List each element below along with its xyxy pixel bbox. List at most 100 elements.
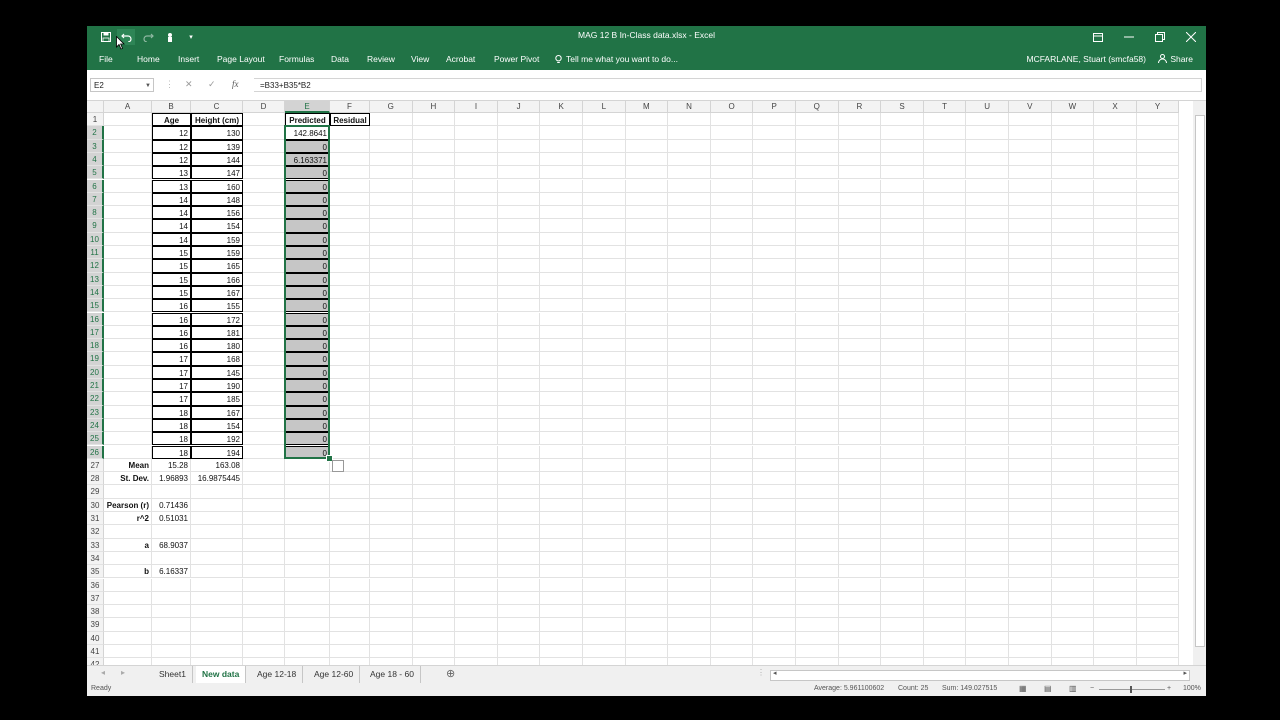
column-header-f[interactable]: F <box>330 101 370 113</box>
row-header[interactable]: 2 <box>87 126 104 140</box>
zoom-in-icon[interactable]: + <box>1167 685 1171 692</box>
row-header[interactable]: 39 <box>87 618 104 632</box>
row-header[interactable]: 24 <box>87 418 104 433</box>
height-cell[interactable]: 166 <box>191 272 243 286</box>
predicted-cell[interactable]: 0 <box>285 219 330 233</box>
age-cell[interactable]: 17 <box>152 392 191 406</box>
age-cell[interactable]: 16 <box>152 339 191 353</box>
share-button[interactable]: Share <box>1153 51 1198 66</box>
column-header-y[interactable]: Y <box>1136 101 1180 113</box>
age-cell[interactable]: 16 <box>152 325 191 340</box>
row-header[interactable]: 16 <box>87 312 104 326</box>
column-header-k[interactable]: K <box>540 101 583 113</box>
split-handle-icon[interactable]: ⋮ <box>757 668 765 677</box>
age-cell[interactable]: 15 <box>152 285 191 300</box>
stat-label[interactable]: b <box>104 565 152 579</box>
height-cell[interactable]: 155 <box>191 299 243 313</box>
age-cell[interactable]: 18 <box>152 445 191 459</box>
height-cell[interactable]: 168 <box>191 352 243 366</box>
sheet-tab-sheet1[interactable]: Sheet1 <box>153 666 193 683</box>
spreadsheet-grid[interactable]: A B C D E F G H I J K L M N O P Q R S T U V W X Y 1 2 3 4 5 6 7 8 9 10 11 12… <box>87 101 1193 665</box>
age-cell[interactable]: 18 <box>152 432 191 446</box>
row-header[interactable]: 21 <box>87 379 104 393</box>
customize-icon[interactable]: ▾ <box>187 29 195 45</box>
ribbon-display-icon[interactable] <box>1083 26 1113 48</box>
quick-analysis-icon[interactable] <box>332 459 344 472</box>
tab-formulas[interactable]: Formulas <box>279 54 314 64</box>
predicted-cell[interactable]: 0 <box>285 259 330 273</box>
height-cell[interactable]: 130 <box>191 126 243 140</box>
zoom-level[interactable]: 100% <box>1183 685 1201 692</box>
tab-review[interactable]: Review <box>367 54 395 64</box>
tab-power-pivot[interactable]: Power Pivot <box>494 54 539 64</box>
stat-value[interactable]: 0.71436 <box>152 498 191 512</box>
column-header-p[interactable]: P <box>753 101 796 113</box>
row-header[interactable]: 28 <box>87 472 104 486</box>
height-cell[interactable]: 156 <box>191 206 243 220</box>
user-name[interactable]: MCFARLANE, Stuart (smcfa58) <box>1026 54 1146 64</box>
cancel-icon[interactable]: ✕ <box>185 79 193 90</box>
vertical-scrollbar[interactable] <box>1193 101 1206 665</box>
height-cell[interactable]: 172 <box>191 312 243 326</box>
save-icon[interactable] <box>99 29 113 45</box>
age-cell[interactable]: 15 <box>152 246 191 260</box>
height-cell[interactable]: 181 <box>191 325 243 340</box>
tab-acrobat[interactable]: Acrobat <box>446 54 475 64</box>
height-cell[interactable]: 190 <box>191 379 243 393</box>
column-header-d[interactable]: D <box>243 101 285 113</box>
predicted-cell[interactable]: 0 <box>285 418 330 433</box>
predicted-cell[interactable]: 0 <box>285 179 330 193</box>
row-header[interactable]: 8 <box>87 206 104 220</box>
predicted-cell[interactable]: 0 <box>285 139 330 153</box>
row-header[interactable]: 5 <box>87 166 104 180</box>
tab-insert[interactable]: Insert <box>178 54 199 64</box>
vertical-scroll-thumb[interactable] <box>1195 115 1205 647</box>
column-header-r[interactable]: R <box>838 101 882 113</box>
stat-label[interactable]: St. Dev. <box>104 472 152 486</box>
height-cell[interactable]: 148 <box>191 192 243 207</box>
predicted-cell[interactable]: 0 <box>285 325 330 340</box>
age-cell[interactable]: 14 <box>152 232 191 246</box>
row-header[interactable]: 7 <box>87 192 104 207</box>
name-box[interactable]: E2 ▼ <box>90 78 154 92</box>
formula-input[interactable]: =B33+B35*B2 <box>254 78 1202 92</box>
column-header-l[interactable]: L <box>583 101 626 113</box>
age-cell[interactable]: 17 <box>152 379 191 393</box>
zoom-out-icon[interactable]: − <box>1090 685 1094 692</box>
tab-view[interactable]: View <box>411 54 429 64</box>
predicted-cell[interactable]: 0 <box>285 405 330 419</box>
age-cell[interactable]: 12 <box>152 126 191 140</box>
height-cell[interactable]: 180 <box>191 339 243 353</box>
height-cell[interactable]: 154 <box>191 219 243 233</box>
row-header[interactable]: 17 <box>87 325 104 340</box>
row-header[interactable]: 22 <box>87 392 104 406</box>
row-header[interactable]: 27 <box>87 458 104 473</box>
stat-value[interactable]: 6.16337 <box>152 565 191 579</box>
row-header[interactable]: 40 <box>87 631 104 645</box>
sheet-tab-age-12-18[interactable]: Age 12-18 <box>251 666 304 683</box>
row-header[interactable]: 32 <box>87 525 104 539</box>
header-age[interactable]: Age <box>152 113 191 127</box>
new-sheet-icon[interactable]: ⊕ <box>446 667 455 680</box>
height-cell[interactable]: 167 <box>191 405 243 419</box>
touch-mode-icon[interactable] <box>163 29 177 45</box>
predicted-cell[interactable]: 6.163371 <box>285 152 330 167</box>
predicted-cell[interactable]: 142.8641 <box>285 126 330 140</box>
row-header[interactable]: 3 <box>87 139 104 153</box>
tab-scroll-right-icon[interactable]: ▸ <box>121 668 125 677</box>
column-header-x[interactable]: X <box>1094 101 1137 113</box>
predicted-cell[interactable]: 0 <box>285 432 330 446</box>
age-cell[interactable]: 16 <box>152 312 191 326</box>
column-header-h[interactable]: H <box>412 101 456 113</box>
row-header[interactable]: 34 <box>87 551 104 566</box>
row-header[interactable]: 13 <box>87 272 104 286</box>
age-cell[interactable]: 15 <box>152 259 191 273</box>
row-header[interactable]: 11 <box>87 246 104 260</box>
height-cell[interactable]: 194 <box>191 445 243 459</box>
scroll-right-icon[interactable]: ▸ <box>1183 669 1187 677</box>
row-header[interactable]: 25 <box>87 432 104 446</box>
column-header-a[interactable]: A <box>104 101 152 113</box>
age-cell[interactable]: 13 <box>152 179 191 193</box>
predicted-cell[interactable]: 0 <box>285 206 330 220</box>
row-header[interactable]: 38 <box>87 605 104 619</box>
